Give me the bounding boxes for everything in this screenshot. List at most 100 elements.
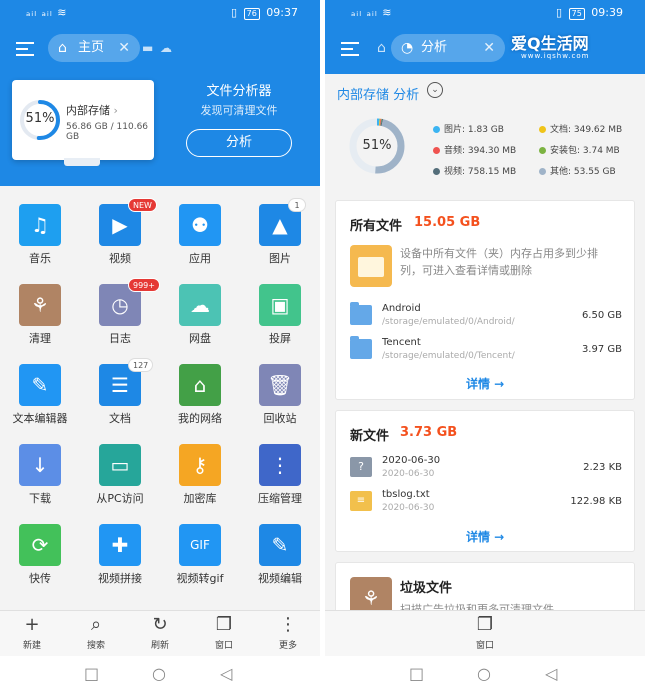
text-editor-icon: ✎ xyxy=(19,364,61,406)
recent-apps-icon[interactable]: □ xyxy=(84,664,99,683)
tab-home[interactable]: ⌂ 主页 ✕ xyxy=(48,34,140,62)
grid-item-label: 视频编辑 xyxy=(258,572,302,585)
grid-item-pc-access[interactable]: ▭ 从PC访问 xyxy=(80,426,160,506)
file-row[interactable]: Android /storage/emulated/0/Android/ 6.5… xyxy=(350,301,622,335)
grid-item-gif[interactable]: GIF 视频转gif xyxy=(160,506,240,586)
file-size: 122.98 KB xyxy=(570,496,622,507)
toolbar-3-button[interactable]: ❐ 窗口 xyxy=(192,611,256,657)
analyze-button[interactable]: 分析 xyxy=(186,129,292,157)
file-path: /storage/emulated/0/Android/ xyxy=(382,317,515,327)
grid-item-trash[interactable]: 🗑 回收站 xyxy=(240,346,320,426)
new-files-total: 3.73 GB xyxy=(400,425,458,440)
new-files-details-link[interactable]: 详情 → xyxy=(466,528,504,545)
tab-analysis[interactable]: ◔ 分析 ✕ xyxy=(391,34,505,62)
grid-item-music[interactable]: ♫ 音乐 xyxy=(0,186,80,266)
grid-item-label: 视频转gif xyxy=(176,572,224,585)
back-nav-icon[interactable]: ◁ xyxy=(220,664,232,683)
grid-item-text-editor[interactable]: ✎ 文本编辑器 xyxy=(0,346,80,426)
grid-item-label: 投屏 xyxy=(269,332,291,345)
grid-item-label: 清理 xyxy=(29,332,51,345)
close-tab-icon[interactable]: ✕ xyxy=(118,34,130,62)
toolbar-1-button[interactable]: ⌕ 搜索 xyxy=(64,611,128,657)
legend-dot xyxy=(433,126,440,133)
grid-item-transfer[interactable]: ⟳ 快传 xyxy=(0,506,80,586)
grid-item-network[interactable]: ⌂ 我的网络 xyxy=(160,346,240,426)
new-files-title: 新文件 xyxy=(350,429,390,444)
file-path: /storage/emulated/0/Tencent/ xyxy=(382,351,515,361)
grid-item-download[interactable]: ↓ 下载 xyxy=(0,426,80,506)
signal-icon: ₐᵢₗ ₐᵢₗ ≋ xyxy=(26,6,68,19)
file-row[interactable]: Tencent /storage/emulated/0/Tencent/ 3.9… xyxy=(350,335,622,369)
toolbar-label: 搜索 xyxy=(86,641,105,651)
unknown-file-icon: ? xyxy=(350,457,372,477)
grid-item-label: 加密库 xyxy=(183,492,217,505)
home-nav-icon[interactable]: ○ xyxy=(477,664,491,683)
grid-item-label: 日志 xyxy=(109,332,131,345)
legend-label: 视频: 758.15 MB xyxy=(444,167,517,177)
menu-icon[interactable] xyxy=(16,42,34,56)
grid-item-zip[interactable]: ⋮ 压缩管理 xyxy=(240,426,320,506)
cloud-icon: ☁ xyxy=(179,284,221,326)
toolbar-icon: ↻ xyxy=(152,614,168,635)
menu-icon[interactable] xyxy=(341,42,359,56)
toolbar-4-button[interactable]: ⋮ 更多 xyxy=(256,611,320,657)
grid-item-cast[interactable]: ▣ 投屏 xyxy=(240,266,320,346)
file-date: 2020-06-30 xyxy=(382,469,435,479)
badge: 1 xyxy=(288,198,306,212)
close-tab-icon[interactable]: ✕ xyxy=(483,34,495,62)
signal-icon: ₐᵢₗ ₐᵢₗ ≋ xyxy=(351,6,393,19)
video-edit-icon: ✎ xyxy=(259,524,301,566)
grid-item-document[interactable]: ☰ 127 文档 xyxy=(80,346,160,426)
status-bar: ₐᵢₗ ₐᵢₗ ≋ ▯ 76 09:37 xyxy=(0,0,320,26)
grid-item-video[interactable]: ▶ NEW 视频 xyxy=(80,186,160,266)
file-row[interactable]: ? 2020-06-30 2020-06-30 2.23 KB xyxy=(350,453,622,487)
home-nav-icon[interactable]: ○ xyxy=(152,664,166,683)
recent-apps-icon[interactable]: □ xyxy=(409,664,424,683)
android-icon: ⚉ xyxy=(179,204,221,246)
grid-item-label: 我的网络 xyxy=(178,412,222,425)
download-icon: ↓ xyxy=(19,444,61,486)
grid-item-log[interactable]: ◷ 999+ 日志 xyxy=(80,266,160,346)
all-files-details-link[interactable]: 详情 → xyxy=(466,375,504,392)
storage-selector[interactable]: 内部存储 分析 ⌄ xyxy=(325,74,645,110)
grid-item-video-join[interactable]: ✚ 视频拼接 xyxy=(80,506,160,586)
back-nav-icon[interactable]: ◁ xyxy=(545,664,557,683)
grid-item-broom[interactable]: ⚘ 清理 xyxy=(0,266,80,346)
cloud-icon[interactable]: ☁ xyxy=(160,41,172,55)
grid-item-lock[interactable]: ⚷ 加密库 xyxy=(160,426,240,506)
file-size: 3.97 GB xyxy=(581,344,622,355)
legend-label: 音频: 394.30 MB xyxy=(444,146,517,156)
legend-label: 图片: 1.83 GB xyxy=(444,125,504,135)
watermark-url: www.iqshw.com xyxy=(521,52,590,60)
chevron-down-icon[interactable]: ⌄ xyxy=(427,82,443,98)
video-join-icon: ✚ xyxy=(99,524,141,566)
grid-item-cloud[interactable]: ☁ 网盘 xyxy=(160,266,240,346)
music-icon: ♫ xyxy=(19,204,61,246)
system-nav-bar: □ ○ ◁ xyxy=(0,656,320,693)
toolbar-label: 窗口 xyxy=(214,641,233,651)
internal-storage-card[interactable]: 51% 内部存储 › 56.86 GB / 110.66 GB xyxy=(12,80,154,166)
grid-item-android[interactable]: ⚉ 应用 xyxy=(160,186,240,266)
toolbar-0-button[interactable]: + 新建 xyxy=(0,611,64,657)
file-size: 6.50 GB xyxy=(581,310,622,321)
window-icon[interactable]: ▬ xyxy=(142,41,153,55)
home-icon[interactable]: ⌂ xyxy=(377,40,386,56)
bottom-toolbar: ❐ 窗口 xyxy=(325,610,645,656)
new-files-card: 新文件 3.73 GB ? 2020-06-30 2020-06-30 2.23… xyxy=(335,410,635,552)
junk-files-title: 垃圾文件 xyxy=(400,581,453,596)
grid-item-video-edit[interactable]: ✎ 视频编辑 xyxy=(240,506,320,586)
toolbar-2-button[interactable]: ↻ 刷新 xyxy=(128,611,192,657)
vibrate-icon: ▯ xyxy=(556,6,563,19)
battery-icon: 76 xyxy=(243,8,260,20)
lock-icon: ⚷ xyxy=(179,444,221,486)
grid-item-picture[interactable]: ▲ 1 图片 xyxy=(240,186,320,266)
broom-icon: ⚘ xyxy=(19,284,61,326)
pc-access-icon: ▭ xyxy=(99,444,141,486)
file-row[interactable]: ≡ tbslog.txt 2020-06-30 122.98 KB xyxy=(350,487,622,521)
file-analyzer-title: 文件分析器 xyxy=(206,84,272,99)
toolbar-0-button[interactable]: ❐ 窗口 xyxy=(453,611,517,657)
battery-icon: 75 xyxy=(568,8,585,20)
storage-summary: 51% 图片: 1.83 GB 文档: 349.62 MB 音频: 394.30 M… xyxy=(325,110,645,196)
all-files-total: 15.05 GB xyxy=(414,215,481,230)
clock: 09:39 xyxy=(591,6,623,19)
